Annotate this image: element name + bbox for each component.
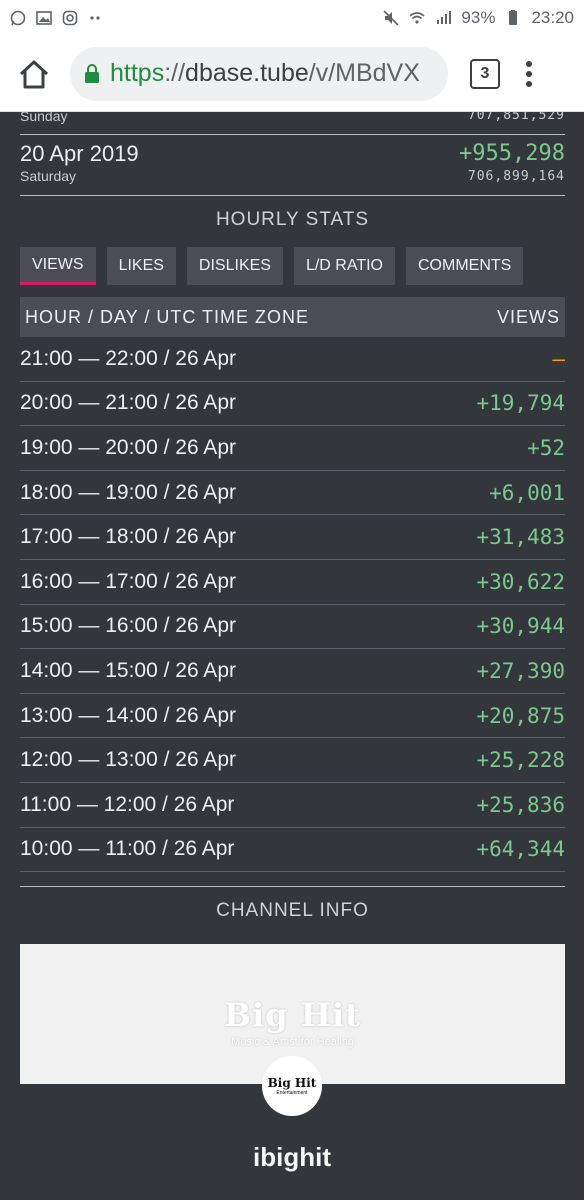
hour-value: +30,944 [476, 614, 565, 639]
daily-total: 706,899,164 [467, 169, 565, 184]
tab-likes[interactable]: LIKES [106, 247, 176, 285]
home-icon [19, 60, 49, 88]
hour-value: +30,622 [476, 569, 565, 594]
hour-value: +31,483 [476, 525, 565, 550]
signal-icon [437, 11, 452, 24]
daily-delta: +955,298 [459, 141, 565, 166]
url-host: dbase.tube [185, 59, 309, 87]
table-row: 15:00 — 16:00 / 26 Apr +30,944 [20, 605, 565, 650]
url-separator: :// [164, 59, 186, 87]
status-bar-left [10, 10, 104, 26]
wifi-icon [409, 12, 425, 24]
page-content: Sunday 707,851,529 20 Apr 2019 Saturday … [20, 112, 565, 1117]
menu-dot-icon [526, 80, 532, 87]
menu-button[interactable] [526, 60, 532, 87]
hour-label: 17:00 — 18:00 / 26 Apr [20, 525, 236, 549]
channel-name[interactable]: ibighit [0, 1142, 584, 1173]
hour-label: 12:00 — 13:00 / 26 Apr [20, 748, 236, 772]
hour-label: 13:00 — 14:00 / 26 Apr [20, 703, 236, 727]
hour-value: +25,228 [476, 748, 565, 773]
battery-percent: 93% [461, 8, 496, 27]
hourly-stats-title: HOURLY STATS [215, 209, 370, 230]
clock: 23:20 [531, 8, 574, 27]
tab-dislikes[interactable]: DISLIKES [186, 247, 283, 285]
column-header-views: VIEWS [496, 306, 560, 327]
hour-value: — [552, 346, 565, 371]
table-row: 12:00 — 13:00 / 26 Apr +25,228 [20, 738, 565, 783]
avatar-subtext: Entertainment [276, 1090, 308, 1097]
tab-comments[interactable]: COMMENTS [406, 247, 524, 285]
avatar[interactable]: Big Hit Entertainment [262, 1056, 322, 1117]
table-row: 21:00 — 22:00 / 26 Apr — [20, 337, 565, 382]
hour-label: 21:00 — 22:00 / 26 Apr [20, 346, 236, 370]
battery-icon [509, 10, 518, 25]
hour-label: 14:00 — 15:00 / 26 Apr [20, 658, 236, 682]
hour-value: +52 [527, 435, 565, 460]
channel-info-title: CHANNEL INFO [216, 900, 369, 922]
menu-dot-icon [526, 70, 532, 77]
hour-value: +19,794 [476, 391, 565, 416]
tab-ld-ratio[interactable]: L/D RATIO [293, 247, 395, 285]
banner-logo: Big Hit [224, 996, 361, 1035]
url-scheme: https [110, 59, 165, 87]
daily-weekday: Sunday [20, 112, 68, 124]
hour-value: +27,390 [476, 658, 565, 683]
address-bar[interactable]: https://dbase.tube/v/MBdVX [70, 46, 448, 101]
status-bar-right: 93% 23:20 [383, 8, 574, 28]
hour-label: 16:00 — 17:00 / 26 Apr [20, 569, 236, 593]
hour-label: 11:00 — 12:00 / 26 Apr [20, 792, 235, 816]
more-dots-icon [90, 16, 100, 20]
browser-toolbar: https://dbase.tube/v/MBdVX 3 [0, 36, 584, 112]
daily-row: 20 Apr 2019 Saturday +955,298 706,899,16… [20, 135, 565, 196]
avatar-logo: Big Hit [267, 1076, 317, 1091]
instagram-icon [62, 10, 78, 26]
table-row: 18:00 — 19:00 / 26 Apr +6,001 [20, 471, 565, 516]
lock-icon [85, 63, 99, 83]
hourly-table-body: 21:00 — 22:00 / 26 Apr — 20:00 — 21:00 / … [20, 337, 565, 873]
url-path: /v/MBdVX [308, 59, 420, 87]
daily-date: 20 Apr 2019 [20, 141, 139, 166]
hour-label: 20:00 — 21:00 / 26 Apr [20, 391, 236, 415]
daily-total: 707,851,529 [467, 112, 565, 123]
hour-value: +64,344 [476, 837, 565, 862]
daily-row: Sunday 707,851,529 [20, 112, 565, 135]
hourly-table-header: HOUR / DAY / UTC TIME ZONE VIEWS [20, 297, 565, 337]
channel-banner: Big Hit Music & Artist for Healing Big H… [20, 944, 565, 1117]
table-row: 19:00 — 20:00 / 26 Apr +52 [20, 426, 565, 471]
hour-label: 15:00 — 16:00 / 26 Apr [20, 614, 236, 638]
mute-icon [383, 10, 399, 26]
table-row: 11:00 — 12:00 / 26 Apr +25,836 [20, 783, 565, 828]
hour-value: +25,836 [476, 792, 565, 817]
table-row: 10:00 — 11:00 / 26 Apr +64,344 [20, 828, 565, 873]
hour-value: +20,875 [476, 703, 565, 728]
tab-views[interactable]: VIEWS [20, 247, 96, 285]
menu-dot-icon [526, 60, 532, 67]
home-button[interactable] [12, 52, 56, 96]
banner-tagline: Music & Artist for Healing [231, 1036, 354, 1049]
hourly-tabs: VIEWS LIKES DISLIKES L/D RATIO COMMENTS [20, 247, 565, 285]
table-row: 17:00 — 18:00 / 26 Apr +31,483 [20, 515, 565, 560]
hour-label: 10:00 — 11:00 / 26 Apr [20, 837, 235, 861]
table-row: 13:00 — 14:00 / 26 Apr +20,875 [20, 694, 565, 739]
status-bar: 93% 23:20 [0, 0, 584, 36]
table-row: 16:00 — 17:00 / 26 Apr +30,622 [20, 560, 565, 605]
gallery-icon [36, 11, 52, 25]
hour-value: +6,001 [489, 480, 565, 505]
hour-label: 18:00 — 19:00 / 26 Apr [20, 480, 236, 504]
daily-weekday: Saturday [20, 168, 77, 184]
tab-switcher-button[interactable]: 3 [470, 58, 500, 89]
hour-label: 19:00 — 20:00 / 26 Apr [20, 435, 236, 459]
whatsapp-icon [10, 10, 26, 26]
column-header-hour: HOUR / DAY / UTC TIME ZONE [25, 306, 310, 327]
table-row: 20:00 — 21:00 / 26 Apr +19,794 [20, 382, 565, 427]
table-row: 14:00 — 15:00 / 26 Apr +27,390 [20, 649, 565, 694]
